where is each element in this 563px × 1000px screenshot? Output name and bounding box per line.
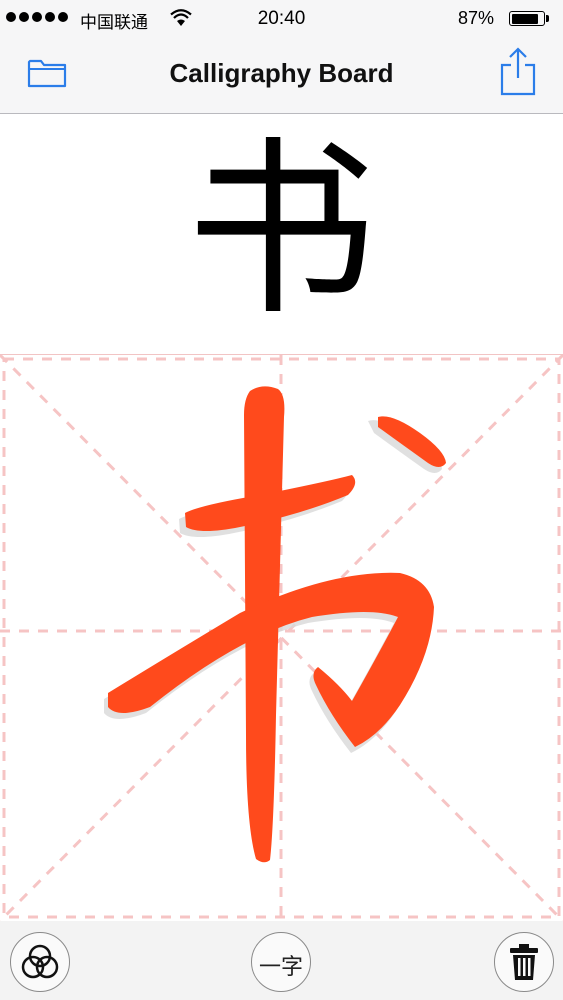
page-title: Calligraphy Board bbox=[169, 58, 394, 88]
rings-icon bbox=[21, 944, 59, 979]
reference-character: 书 bbox=[186, 120, 377, 341]
reference-panel: 书 bbox=[0, 114, 563, 354]
status-bar: 中国联通 20:40 87% bbox=[0, 0, 563, 38]
single-character-button[interactable]: 一字 bbox=[251, 932, 311, 992]
trash-icon bbox=[510, 944, 538, 980]
rings-button[interactable] bbox=[10, 932, 70, 992]
navigation-bar: Calligraphy Board bbox=[0, 38, 563, 114]
single-character-label: 一字 bbox=[258, 955, 303, 980]
bottom-toolbar: 一字 bbox=[0, 921, 563, 1000]
battery-icon bbox=[509, 11, 545, 26]
battery-nub bbox=[546, 15, 549, 22]
share-icon[interactable] bbox=[498, 46, 538, 96]
trash-button[interactable] bbox=[494, 932, 554, 992]
writing-board[interactable] bbox=[0, 354, 563, 922]
board-canvas[interactable] bbox=[0, 355, 563, 921]
brush-strokes bbox=[108, 386, 446, 863]
battery-percent: 87% bbox=[458, 8, 495, 28]
